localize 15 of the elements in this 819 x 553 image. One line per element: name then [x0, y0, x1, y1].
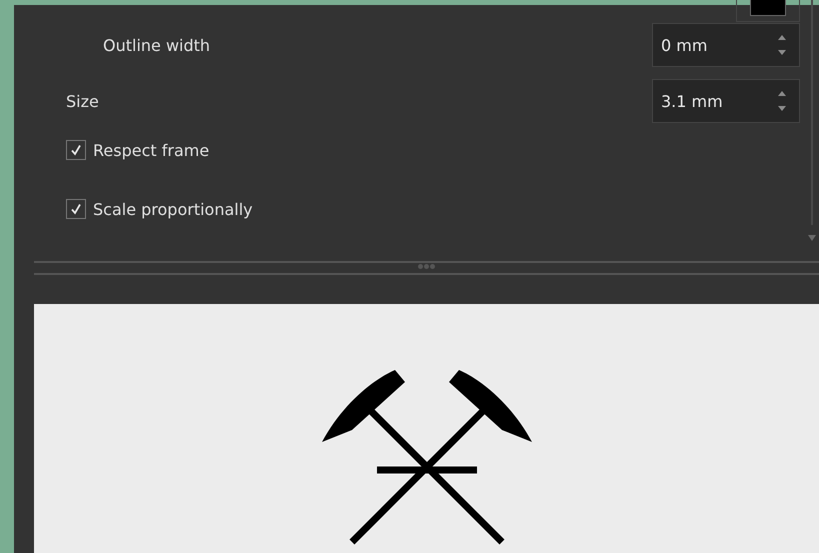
checkbox[interactable] — [66, 199, 86, 219]
checkmark-icon — [69, 202, 83, 216]
splitter-handle[interactable] — [34, 261, 819, 275]
spin-box[interactable]: 0 mm — [652, 23, 800, 67]
checkbox-label: Scale proportionally — [93, 200, 253, 218]
checkmark-icon — [69, 143, 83, 157]
scroll-down-icon[interactable] — [808, 235, 816, 241]
spin-arrows-icon[interactable] — [777, 34, 787, 56]
field-label: Size — [66, 92, 99, 110]
spin-arrows-icon[interactable] — [777, 90, 787, 112]
checkbox[interactable] — [66, 140, 86, 160]
checkbox-label: Respect frame — [93, 140, 210, 160]
spin-box[interactable]: 3.1 mm — [652, 79, 800, 123]
color-button[interactable] — [736, 0, 800, 22]
field-label: Outline width — [102, 36, 210, 54]
